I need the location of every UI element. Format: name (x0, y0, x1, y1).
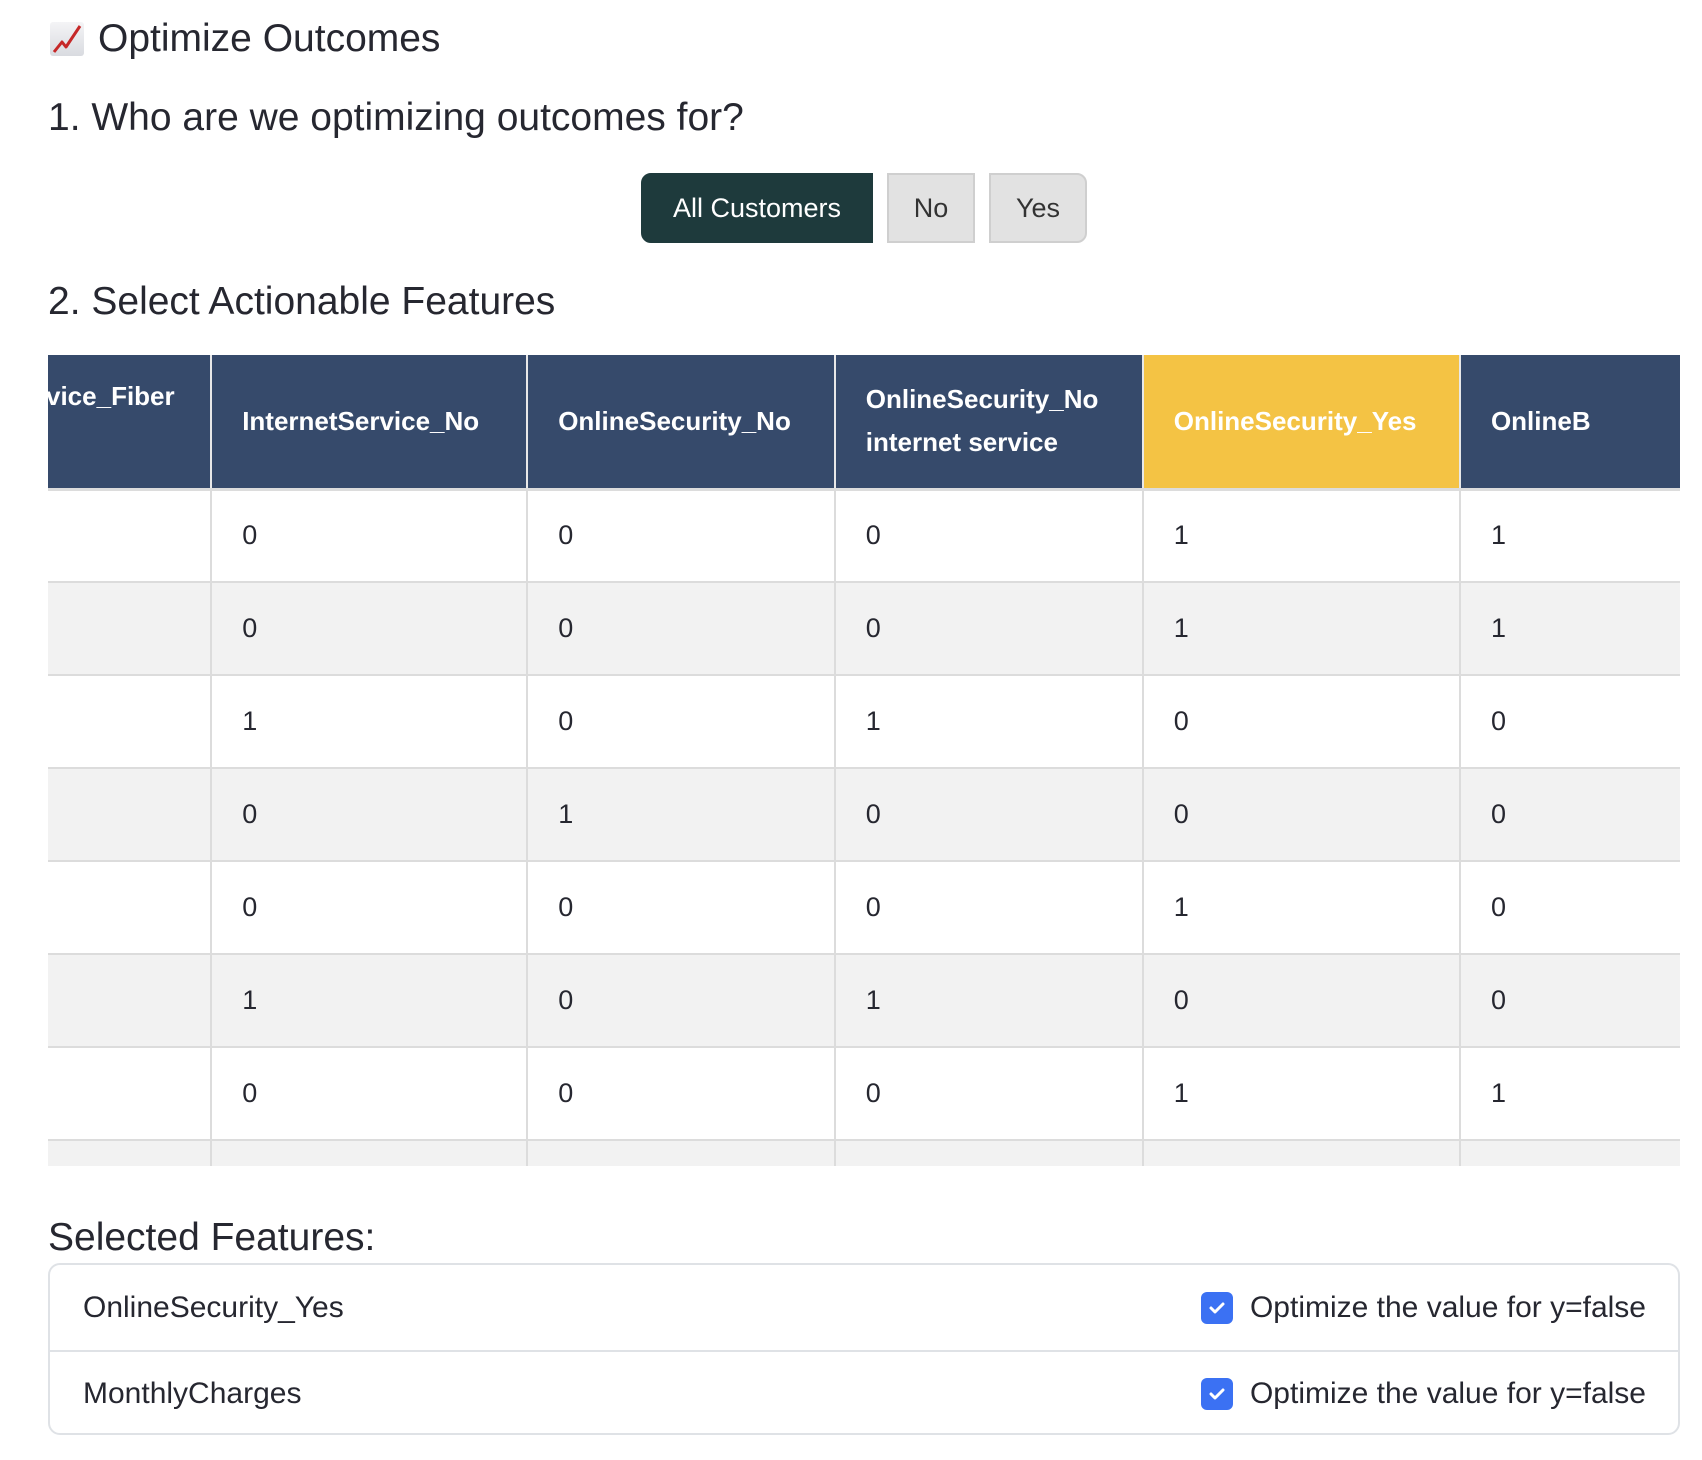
segment-all-customers-button[interactable]: All Customers (641, 173, 873, 243)
table-cell (48, 767, 212, 861)
table-cell: 1 (1458, 488, 1680, 582)
table-cell (48, 953, 212, 1047)
table-cell (1141, 1139, 1460, 1166)
table-cell (48, 674, 212, 768)
selected-feature-item: MonthlyCharges Optimize the value for y=… (50, 1350, 1678, 1435)
column-header[interactable]: InternetService_No (210, 355, 528, 491)
table-cell: 0 (526, 860, 835, 954)
column-header[interactable]: OnlineB (1458, 355, 1680, 491)
table-cell: 0 (1458, 674, 1680, 768)
checkbox-checked-icon[interactable] (1200, 1377, 1233, 1410)
features-table: vice_Fiber InternetService_No OnlineSecu… (48, 355, 1680, 1166)
page-title-text: Optimize Outcomes (98, 17, 441, 60)
checkbox-label: Optimize the value for y=false (1249, 1376, 1646, 1410)
table-cell: 0 (1458, 953, 1680, 1047)
table-row: 10100 (48, 953, 1680, 1047)
table-cell (48, 488, 212, 582)
table-cell: 0 (833, 767, 1143, 861)
segment-no-button[interactable]: No (887, 173, 975, 243)
table-cell: 1 (1141, 860, 1460, 954)
table-cell: 1 (1458, 581, 1680, 675)
table-cell: 0 (1141, 953, 1460, 1047)
column-header[interactable]: OnlineSecurity_No (526, 355, 835, 491)
section2-heading: 2. Select Actionable Features (48, 280, 556, 323)
table-cell: 0 (833, 581, 1143, 675)
table-cell (526, 1139, 835, 1166)
table-cell: 0 (526, 1046, 835, 1140)
table-cell (1458, 1139, 1680, 1166)
table-cell: 0 (833, 860, 1143, 954)
optimize-false-checkbox[interactable]: Optimize the value for y=false (1200, 1290, 1646, 1325)
table-cell: 0 (526, 488, 835, 582)
table-row: 00011 (48, 1046, 1680, 1140)
table-cell (833, 1139, 1143, 1166)
selected-feature-item: OnlineSecurity_Yes Optimize the value fo… (50, 1265, 1678, 1350)
table-cell: 0 (1141, 767, 1460, 861)
table-cell: 1 (210, 674, 528, 768)
table-cell: 0 (833, 1046, 1143, 1140)
table-cell: 0 (210, 488, 528, 582)
customer-segment-selector: All Customers No Yes (641, 173, 1101, 243)
checkbox-label: Optimize the value for y=false (1249, 1290, 1646, 1324)
optimize-false-checkbox[interactable]: Optimize the value for y=false (1200, 1376, 1646, 1411)
table-row: 10100 (48, 674, 1680, 768)
table-cell: 0 (526, 674, 835, 768)
feature-name: MonthlyCharges (83, 1376, 302, 1410)
table-row: 00011 (48, 488, 1680, 582)
selected-features-list: OnlineSecurity_Yes Optimize the value fo… (48, 1263, 1680, 1435)
table-cell (48, 1046, 212, 1140)
table-cell: 0 (210, 581, 528, 675)
table-cell: 0 (210, 1046, 528, 1140)
selected-features-heading: Selected Features: (48, 1216, 376, 1259)
table-cell: 0 (1141, 674, 1460, 768)
table-cell: 1 (1141, 1046, 1460, 1140)
table-cell (48, 581, 212, 675)
feature-name: OnlineSecurity_Yes (83, 1290, 344, 1324)
column-header[interactable]: OnlineSecurity_No internet service (833, 355, 1143, 491)
chart-increasing-icon (50, 22, 84, 56)
table-cell (210, 1139, 528, 1166)
table-cell: 1 (833, 953, 1143, 1047)
table-cell: 1 (210, 953, 528, 1047)
table-cell: 0 (1458, 860, 1680, 954)
table-cell: 0 (1458, 767, 1680, 861)
segment-yes-button[interactable]: Yes (989, 173, 1087, 243)
table-cell (48, 1139, 212, 1166)
table-cell (48, 860, 212, 954)
table-header-row: vice_Fiber InternetService_No OnlineSecu… (48, 355, 1680, 491)
table-cell: 0 (210, 860, 528, 954)
table-cell: 1 (833, 674, 1143, 768)
table-cell: 1 (1141, 488, 1460, 582)
table-cell: 1 (1458, 1046, 1680, 1140)
table-cell: 0 (210, 767, 528, 861)
table-row: 00010 (48, 860, 1680, 954)
page-title: Optimize Outcomes (50, 12, 440, 66)
column-header-selected[interactable]: OnlineSecurity_Yes (1141, 355, 1460, 491)
section1-heading: 1. Who are we optimizing outcomes for? (48, 96, 744, 139)
table-cell: 0 (526, 581, 835, 675)
table-cell: 0 (833, 488, 1143, 582)
table-cell: 1 (1141, 581, 1460, 675)
column-header[interactable]: vice_Fiber (48, 355, 212, 491)
table-cell: 0 (526, 953, 835, 1047)
table-cell: 1 (526, 767, 835, 861)
table-row: 01000 (48, 767, 1680, 861)
table-row (48, 1139, 1680, 1166)
table-row: 00011 (48, 581, 1680, 675)
checkbox-checked-icon[interactable] (1200, 1291, 1233, 1324)
features-table-scroll[interactable]: vice_Fiber InternetService_No OnlineSecu… (48, 355, 1680, 1166)
